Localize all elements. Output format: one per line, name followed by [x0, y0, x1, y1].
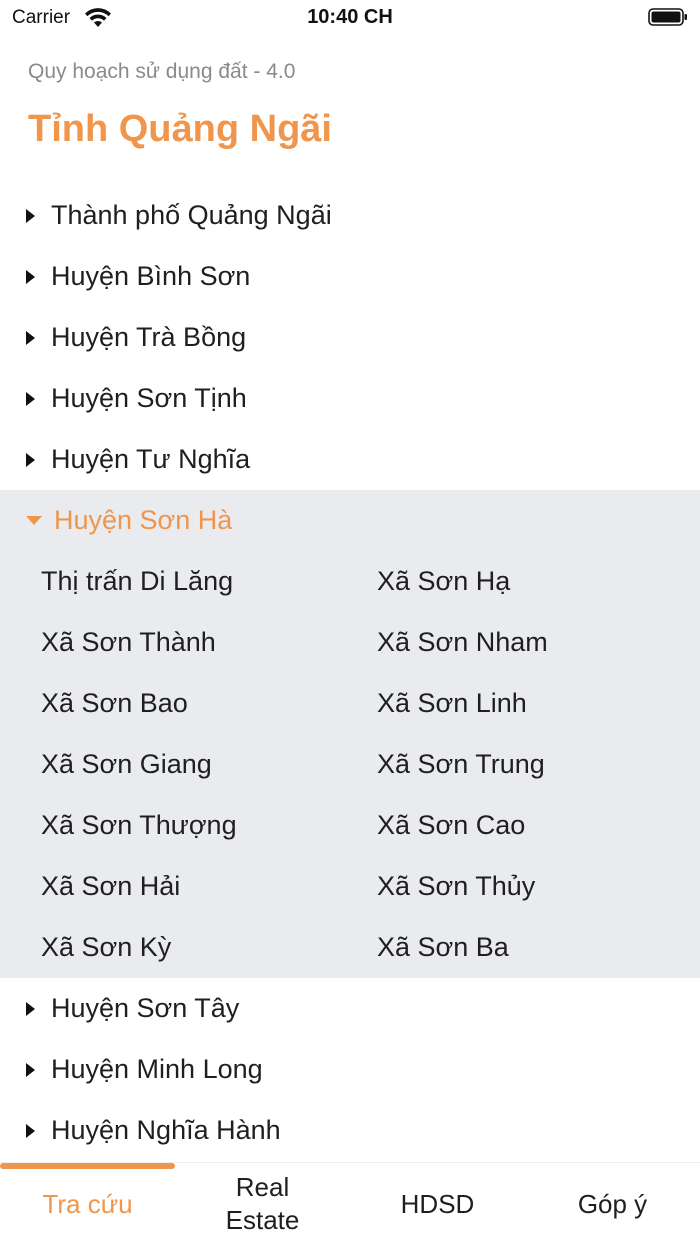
province-title: Tỉnh Quảng Ngãi: [28, 108, 332, 150]
district-item-tra-bong[interactable]: Huyện Trà Bồng: [0, 307, 700, 368]
caret-right-icon: [26, 269, 35, 284]
caret-right-icon: [26, 208, 35, 223]
commune-item[interactable]: Xã Sơn Linh: [336, 673, 700, 734]
tab-label: Tra cứu: [42, 1188, 133, 1219]
tab-label: Góp ý: [577, 1188, 648, 1219]
district-item-son-tinh[interactable]: Huyện Sơn Tịnh: [0, 368, 700, 429]
district-item-binh-son[interactable]: Huyện Bình Sơn: [0, 246, 700, 307]
commune-item[interactable]: Xã Sơn Thượng: [0, 795, 336, 856]
commune-item[interactable]: Xã Sơn Bao: [0, 673, 336, 734]
district-label: Huyện Tư Nghĩa: [51, 444, 251, 474]
caret-right-icon: [26, 1123, 35, 1138]
commune-item[interactable]: Xã Sơn Trung: [336, 734, 700, 795]
district-label: Huyện Sơn Hà: [54, 505, 233, 535]
district-list: Thành phố Quảng Ngãi Huyện Bình Sơn Huyệ…: [0, 185, 700, 1160]
caret-right-icon: [26, 391, 35, 406]
expanded-district-panel: Huyện Sơn Hà Thị trấn Di Lăng Xã Sơn Hạ …: [0, 490, 700, 978]
commune-item[interactable]: Xã Sơn Giang: [0, 734, 336, 795]
district-item-minh-long[interactable]: Huyện Minh Long: [0, 1039, 700, 1100]
clock: 10:40 CH: [307, 6, 393, 28]
district-item-thanh-pho-quang-ngai[interactable]: Thành phố Quảng Ngãi: [0, 185, 700, 246]
caret-right-icon: [26, 1062, 35, 1077]
commune-item[interactable]: Thị trấn Di Lăng: [0, 551, 336, 612]
district-label: Huyện Trà Bồng: [51, 322, 247, 352]
district-label: Huyện Nghĩa Hành: [51, 1115, 281, 1145]
commune-item[interactable]: Xã Sơn Cao: [336, 795, 700, 856]
district-item-tu-nghia[interactable]: Huyện Tư Nghĩa: [0, 429, 700, 490]
status-bar: Carrier 10:40 CH: [0, 0, 700, 40]
commune-grid: Thị trấn Di Lăng Xã Sơn Hạ Xã Sơn Thành …: [0, 551, 700, 978]
district-label: Huyện Bình Sơn: [51, 261, 251, 291]
commune-item[interactable]: Xã Sơn Hải: [0, 856, 336, 917]
district-label: Huyện Sơn Tây: [51, 993, 240, 1023]
commune-item[interactable]: Xã Sơn Hạ: [336, 551, 700, 612]
district-item-son-ha[interactable]: Huyện Sơn Hà: [0, 490, 700, 551]
caret-right-icon: [26, 1001, 35, 1016]
caret-down-icon: [26, 516, 42, 525]
tab-label: Real Estate: [225, 1172, 300, 1235]
caret-right-icon: [26, 452, 35, 467]
district-label: Thành phố Quảng Ngãi: [51, 200, 332, 230]
tab-real-estate[interactable]: Real Estate: [175, 1163, 350, 1245]
commune-item[interactable]: Xã Sơn Thủy: [336, 856, 700, 917]
tab-label: HDSD: [400, 1188, 475, 1219]
commune-item[interactable]: Xã Sơn Thành: [0, 612, 336, 673]
app-subtitle: Quy hoạch sử dụng đất - 4.0: [28, 60, 296, 83]
tab-tra-cuu[interactable]: Tra cứu: [0, 1163, 175, 1245]
district-item-nghia-hanh[interactable]: Huyện Nghĩa Hành: [0, 1100, 700, 1160]
commune-item[interactable]: Xã Sơn Nham: [336, 612, 700, 673]
bottom-tab-bar: Tra cứu Real Estate HDSD Góp ý: [0, 1162, 700, 1245]
battery-icon: [648, 8, 687, 26]
district-label: Huyện Minh Long: [51, 1054, 263, 1084]
tab-gop-y[interactable]: Góp ý: [525, 1163, 700, 1245]
caret-right-icon: [26, 330, 35, 345]
district-label: Huyện Sơn Tịnh: [51, 383, 247, 413]
tab-hdsd[interactable]: HDSD: [350, 1163, 525, 1245]
commune-item[interactable]: Xã Sơn Ba: [336, 917, 700, 978]
district-item-son-tay[interactable]: Huyện Sơn Tây: [0, 978, 700, 1039]
commune-item[interactable]: Xã Sơn Kỳ: [0, 917, 336, 978]
